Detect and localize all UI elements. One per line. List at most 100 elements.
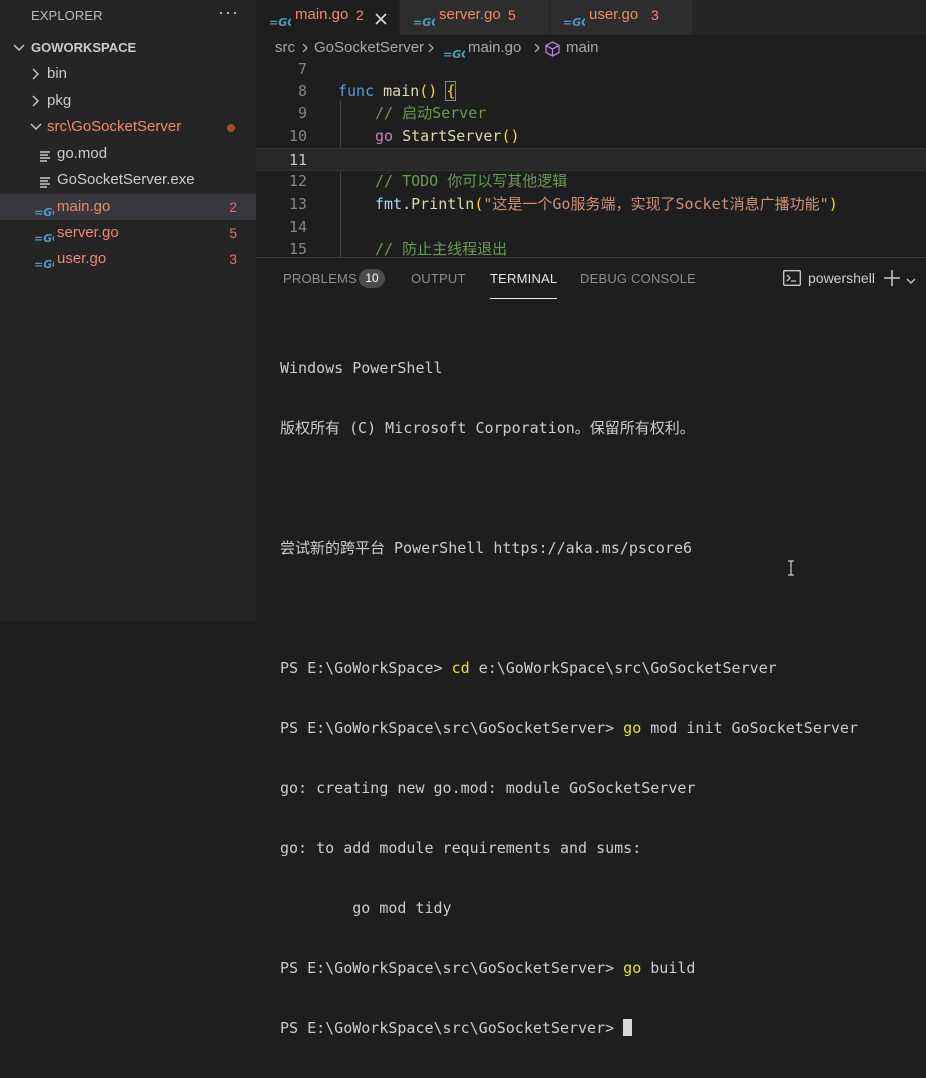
code-text: func main() {	[338, 80, 457, 103]
terminal-output[interactable]: Windows PowerShell 版权所有 (C) Microsoft Co…	[280, 318, 920, 1037]
tab-label: user.go	[589, 6, 639, 23]
terminal-icon	[783, 270, 801, 291]
line-number: 14	[288, 218, 307, 236]
prompt: PS E:\GoWorkSpace\src\GoSocketServer>	[280, 959, 624, 977]
tab-error-count: 3	[651, 7, 659, 23]
tab-problems[interactable]: PROBLEMS	[283, 258, 357, 299]
command-args: build	[641, 959, 696, 977]
tree-item-user-go[interactable]: =GO user.go 3	[0, 246, 256, 272]
chevron-down-icon	[12, 35, 26, 61]
terminal-line: PS E:\GoWorkSpace\src\GoSocketServer> go…	[280, 718, 920, 738]
svg-text:=GO: =GO	[443, 48, 465, 60]
keyword-go: go	[375, 127, 394, 145]
code-line: 13 fmt.Println("这是一个Go服务端，实现了Socket消息广播功…	[256, 193, 926, 216]
code-line: 10 go StartServer()	[256, 125, 926, 148]
breadcrumb-item-folder[interactable]: GoSocketServer	[314, 35, 424, 61]
tab-label: main.go	[295, 6, 349, 23]
line-number: 9	[297, 104, 307, 122]
function-name: main	[383, 82, 420, 100]
code-text: go StartServer()	[375, 125, 520, 148]
package-name: fmt	[375, 195, 403, 213]
command: go	[623, 959, 642, 977]
paren: ()	[501, 127, 520, 145]
tree-item-label: bin	[47, 65, 68, 82]
code-line: 8 func main() {	[256, 80, 926, 103]
tree-item-exe[interactable]: GoSocketServer.exe	[0, 167, 256, 193]
breadcrumb-item-file[interactable]: main.go	[468, 35, 521, 61]
paren: )	[828, 195, 838, 213]
tree-item-src-gosocketserver[interactable]: src\GoSocketServer	[0, 114, 256, 140]
terminal-line: go mod tidy	[280, 899, 452, 917]
bottom-panel: PROBLEMS 10 OUTPUT TERMINAL DEBUG CONSOL…	[256, 257, 926, 1037]
terminal-line: PS E:\GoWorkSpace\src\GoSocketServer>	[280, 1018, 920, 1038]
prompt: PS E:\GoWorkSpace\src\GoSocketServer>	[280, 719, 624, 737]
string-literal: "这是一个Go服务端，实现了Socket消息广播功能"	[483, 195, 829, 213]
keyword-func: func	[338, 82, 375, 100]
line-number: 12	[288, 172, 307, 190]
code-text: fmt.Println("这是一个Go服务端，实现了Socket消息广播功能")	[375, 193, 838, 216]
breadcrumb: src GoSocketServer =GO main.go main	[256, 35, 926, 61]
tree-item-label: GoSocketServer.exe	[57, 171, 195, 188]
svg-text:=GO: =GO	[413, 16, 435, 28]
terminal-cursor	[623, 1019, 633, 1036]
tab-debug-console[interactable]: DEBUG CONSOLE	[580, 258, 696, 299]
comment: // 防止主线程退出	[375, 240, 508, 257]
chevron-down-icon[interactable]	[906, 273, 916, 291]
close-icon[interactable]	[374, 7, 388, 37]
editor-tab-bar: =GO main.go 2 =GO server.go 5 =GO user.g…	[256, 0, 926, 35]
tab-error-count: 2	[356, 7, 364, 23]
tab-server-go[interactable]: =GO server.go 5	[400, 0, 550, 35]
prompt: PS E:\GoWorkSpace>	[280, 659, 452, 677]
explorer-header: EXPLORER ···	[0, 0, 256, 30]
modified-dot-icon	[227, 124, 235, 132]
workspace-label: GOWORKSPACE	[31, 40, 137, 55]
command-args: e:\GoWorkSpace\src\GoSocketServer	[469, 659, 777, 677]
ellipsis-icon[interactable]: ···	[218, 2, 239, 23]
tab-terminal[interactable]: TERMINAL	[490, 258, 558, 299]
terminal-line: go: creating new go.mod: module GoSocket…	[280, 779, 696, 797]
terminal-line: 尝试新的跨平台 PowerShell https://aka.ms/pscore…	[280, 539, 693, 557]
problems-count-badge: 10	[359, 269, 385, 288]
breadcrumb-item-src[interactable]: src	[275, 35, 295, 61]
tree-item-label: server.go	[57, 224, 119, 241]
open-brace: {	[445, 81, 457, 101]
comment: // TODO 你可以写其他逻辑	[375, 172, 568, 190]
tree-item-go-mod[interactable]: go.mod	[0, 141, 256, 167]
tree-item-server-go[interactable]: =GO server.go 5	[0, 220, 256, 246]
dot: .	[402, 195, 412, 213]
function-call: Println	[411, 195, 475, 213]
tree-item-bin[interactable]: bin	[0, 61, 256, 87]
explorer-sidebar: EXPLORER ··· GOWORKSPACE bin pkg src\GoS…	[0, 0, 256, 621]
code-line: 12 // TODO 你可以写其他逻辑	[256, 170, 926, 193]
breadcrumb-item-symbol[interactable]: main	[566, 35, 599, 61]
terminal-line: go: to add module requirements and sums:	[280, 839, 642, 857]
prompt: PS E:\GoWorkSpace\src\GoSocketServer>	[280, 1019, 624, 1037]
svg-text:=GO: =GO	[34, 232, 54, 244]
tree-item-label: pkg	[47, 92, 72, 109]
tab-main-go[interactable]: =GO main.go 2	[256, 0, 400, 35]
chevron-down-icon	[29, 114, 43, 140]
svg-text:=GO: =GO	[34, 206, 54, 218]
code-editor[interactable]: 7 8 func main() { 9 // 启动Server 10 go St…	[256, 61, 926, 257]
comment: // 启动Server	[375, 104, 487, 122]
tree-item-pkg[interactable]: pkg	[0, 88, 256, 114]
tree-item-label: src\GoSocketServer	[47, 118, 182, 135]
plus-icon[interactable]	[883, 269, 901, 292]
svg-text:=GO: =GO	[269, 16, 291, 28]
terminal-line: Windows PowerShell	[280, 359, 443, 377]
line-number: 10	[288, 127, 307, 145]
tree-item-main-go[interactable]: =GO main.go 2	[0, 194, 256, 220]
shell-select[interactable]: powershell	[808, 258, 875, 299]
code-line: 14	[256, 216, 926, 239]
code-line: 15 // 防止主线程退出	[256, 238, 926, 257]
tab-label: server.go	[439, 6, 501, 23]
error-count-badge: 2	[229, 199, 237, 215]
tree-item-label: go.mod	[57, 145, 108, 162]
workspace-root[interactable]: GOWORKSPACE	[0, 35, 256, 61]
code-line: 7	[256, 61, 926, 81]
tab-output[interactable]: OUTPUT	[411, 258, 466, 299]
tab-user-go[interactable]: =GO user.go 3	[550, 0, 693, 35]
line-number: 8	[297, 82, 307, 100]
